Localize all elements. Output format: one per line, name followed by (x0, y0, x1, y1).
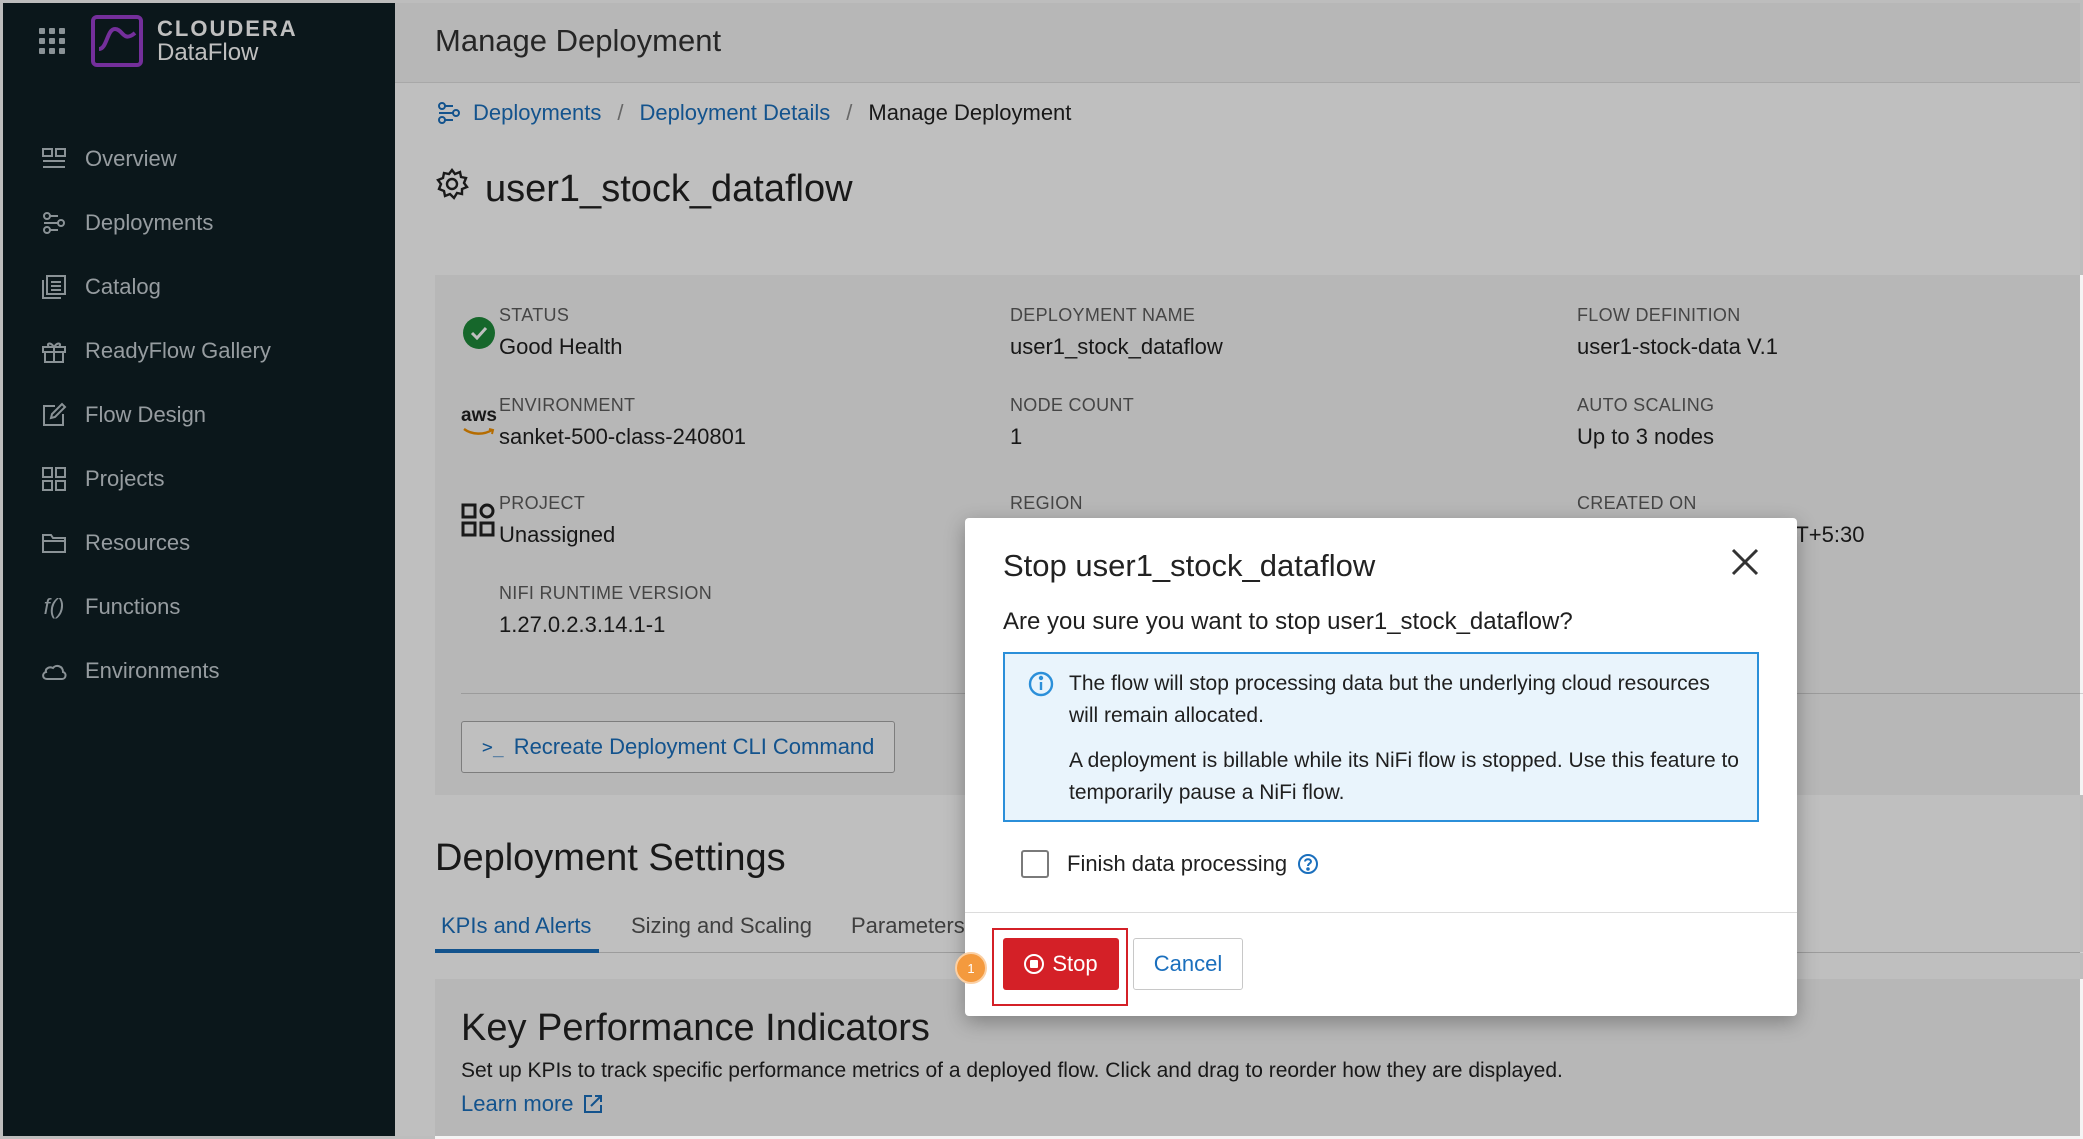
dialog-title: Stop user1_stock_dataflow (1003, 548, 1376, 583)
dialog-footer-divider (965, 912, 1797, 913)
finish-data-processing-checkbox[interactable] (1021, 850, 1049, 878)
step-badge: 1 (955, 952, 987, 984)
checkbox-label: Finish data processing (1067, 851, 1288, 876)
close-icon[interactable] (1729, 546, 1761, 578)
stop-button[interactable]: Stop (1003, 938, 1119, 990)
info-text-2: A deployment is billable while its NiFi … (1069, 749, 1739, 804)
cancel-button[interactable]: Cancel (1133, 938, 1243, 990)
stop-deployment-dialog: Stop user1_stock_dataflow Are you sure y… (955, 518, 1797, 1016)
dialog-question: Are you sure you want to stop user1_stoc… (1003, 608, 1573, 635)
info-alert: The flow will stop processing data but t… (1003, 652, 1759, 822)
stop-icon (1024, 954, 1045, 974)
stop-button-label: Stop (1052, 951, 1098, 976)
info-text-1: The flow will stop processing data but t… (1069, 672, 1710, 727)
info-icon (1028, 671, 1054, 697)
help-icon[interactable] (1297, 853, 1319, 875)
finish-data-processing-row: Finish data processing (1021, 850, 1319, 878)
